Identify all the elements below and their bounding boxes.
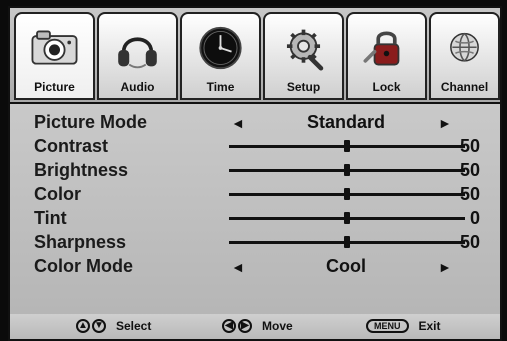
slider-thumb[interactable]	[344, 164, 350, 176]
setting-label: Contrast	[34, 136, 109, 156]
left-arrow-icon[interactable]: ◄	[231, 115, 245, 131]
slider-thumb[interactable]	[344, 140, 350, 152]
tab-channel[interactable]: Channel	[429, 12, 500, 100]
contrast-value: 50	[459, 136, 480, 156]
menu-tab-bar: Picture Audio Time Setup Lock Channel	[8, 6, 502, 104]
tint-value: 0	[469, 208, 480, 228]
setting-label: Tint	[34, 208, 67, 228]
picture-settings-panel: Picture Mode ◄ Standard ► Contrast 50 Br…	[8, 104, 502, 314]
help-exit: MENU Exit	[366, 319, 441, 333]
tv-osd-screen: Picture Audio Time Setup Lock Channel Pi…	[0, 0, 507, 341]
tab-picture[interactable]: Picture	[14, 12, 95, 100]
tint-slider[interactable]	[229, 212, 465, 224]
left-arrow-icon[interactable]: ◄	[231, 259, 245, 275]
tab-label: Time	[206, 80, 235, 94]
help-select-label: Select	[116, 319, 152, 333]
tab-label: Channel	[440, 80, 489, 94]
tab-setup[interactable]: Setup	[263, 12, 344, 100]
setting-label: Picture Mode	[34, 112, 148, 132]
headphones-icon	[109, 22, 166, 74]
contrast-slider[interactable]	[229, 140, 465, 152]
setting-label: Sharpness	[34, 232, 127, 252]
setting-row-picture-mode[interactable]: Picture Mode ◄ Standard ►	[18, 110, 492, 134]
globe-icon	[441, 22, 488, 74]
tab-audio[interactable]: Audio	[97, 12, 178, 100]
setting-row-sharpness[interactable]: Sharpness 50	[18, 230, 492, 254]
clock-icon	[192, 22, 249, 74]
help-move: ◀ ▶ Move	[222, 319, 293, 333]
down-key-icon: ▼	[92, 319, 106, 333]
help-select: ▲ ▼ Select	[76, 319, 151, 333]
setting-row-contrast[interactable]: Contrast 50	[18, 134, 492, 158]
setting-row-color-mode[interactable]: Color Mode ◄ Cool ►	[18, 254, 492, 278]
setting-label: Brightness	[34, 160, 129, 180]
tab-lock[interactable]: Lock	[346, 12, 427, 100]
color-slider[interactable]	[229, 188, 465, 200]
sharpness-slider[interactable]	[229, 236, 465, 248]
help-bar: ▲ ▼ Select ◀ ▶ Move MENU Exit	[8, 314, 502, 341]
setting-row-brightness[interactable]: Brightness 50	[18, 158, 492, 182]
brightness-value: 50	[459, 160, 480, 180]
up-key-icon: ▲	[76, 319, 90, 333]
slider-thumb[interactable]	[344, 212, 350, 224]
color-mode-value: Cool	[326, 256, 366, 276]
tab-time[interactable]: Time	[180, 12, 261, 100]
right-arrow-icon[interactable]: ►	[438, 115, 452, 131]
updown-keys-icon: ▲ ▼	[76, 319, 106, 333]
help-move-label: Move	[262, 319, 293, 333]
gear-icon	[275, 22, 332, 74]
slider-thumb[interactable]	[344, 188, 350, 200]
setting-label: Color Mode	[34, 256, 133, 276]
slider-thumb[interactable]	[344, 236, 350, 248]
sharpness-value: 50	[459, 232, 480, 252]
setting-row-color[interactable]: Color 50	[18, 182, 492, 206]
tab-label: Lock	[372, 80, 401, 94]
setting-label: Color	[34, 184, 81, 204]
camera-icon	[26, 22, 83, 74]
color-value: 50	[459, 184, 480, 204]
leftright-keys-icon: ◀ ▶	[222, 319, 252, 333]
help-exit-label: Exit	[418, 319, 441, 333]
tab-label: Setup	[286, 80, 321, 94]
right-arrow-icon[interactable]: ►	[438, 259, 452, 275]
left-key-icon: ◀	[222, 319, 236, 333]
right-key-icon: ▶	[238, 319, 252, 333]
tab-label: Picture	[34, 80, 75, 94]
picture-mode-value: Standard	[306, 112, 385, 132]
brightness-slider[interactable]	[229, 164, 465, 176]
menu-key-icon: MENU	[366, 319, 409, 333]
setting-row-tint[interactable]: Tint 0	[18, 206, 492, 230]
tab-label: Audio	[120, 80, 155, 94]
lock-icon	[358, 22, 415, 74]
